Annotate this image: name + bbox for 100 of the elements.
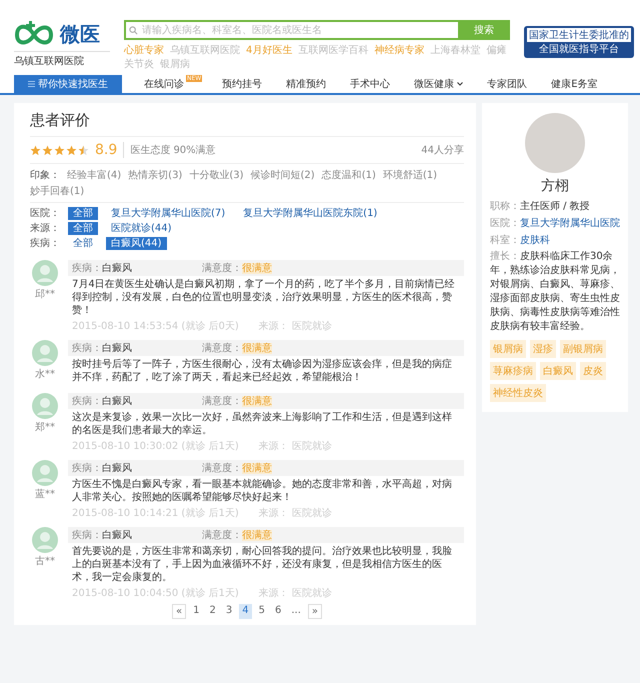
share-count: 44人分享 [421, 144, 464, 157]
disease-label: 疾病： [72, 263, 102, 274]
hot-word-link[interactable]: 偏瘫 [486, 43, 506, 57]
satisfaction-value: 很满意 [242, 263, 272, 274]
logo-subtitle: 乌镇互联网医院 [14, 51, 110, 68]
logo-text: 微医 [60, 20, 100, 48]
specialty-text: 擅长：皮肤科临床工作30余年，熟练诊治皮肤科常见病，对银屑病、白癜风、荨麻疹、湿疹面部皮肤病、寄生虫性皮肤病、病毒性皮肤病等难治性皮肤病有较丰富经验。 [490, 250, 620, 334]
user-name: 水** [35, 368, 55, 381]
specialty-tag[interactable]: 白癜风 [540, 362, 576, 380]
page-button[interactable]: 3 [222, 604, 236, 619]
nav-tab[interactable]: 精准预约 [274, 75, 338, 93]
filter-option[interactable]: 白癜风(44) [106, 236, 167, 250]
page-button[interactable]: 1 [190, 604, 202, 619]
rating-score: 8.9 [95, 142, 124, 158]
nav-tab[interactable]: 专家团队 [475, 75, 540, 93]
hot-word-link[interactable]: 神经病专家 [374, 43, 424, 57]
search-icon [129, 26, 138, 35]
avatar-icon [32, 260, 58, 286]
find-doctor-tab[interactable]: 帮你快速找医生 [14, 75, 122, 93]
search-field[interactable]: 请输入疾病名、科室名、医院名或医生名 [124, 20, 458, 40]
impression-label: 印象： [30, 168, 60, 182]
hot-word-link[interactable]: 4月好医生 [246, 43, 292, 57]
review-text: 方医生不愧是白癜风专家，看一眼基本就能确诊。她的态度非常和善，水平高超，对病人非常关心。按照她的医嘱希望能够尽快好起来！ [71, 478, 453, 505]
nav-tab[interactable]: 预约挂号 [210, 75, 274, 93]
disease-label: 疾病： [72, 463, 102, 474]
field-value: 主任医师 / 教授 [520, 201, 590, 212]
avatar-icon [32, 340, 58, 366]
page-arrow-button[interactable]: « [172, 604, 186, 619]
hot-word-link[interactable]: 心脏专家 [124, 43, 164, 57]
nav-tab[interactable]: 在线问诊 [132, 75, 186, 93]
attitude-text: 医生态度 90%满意 [130, 144, 216, 157]
impression-tag[interactable]: 态度温和(1) [322, 168, 376, 182]
page-button[interactable]: 5 [256, 604, 268, 619]
hot-word-link[interactable]: 乌镇互联网医院 [170, 43, 240, 57]
caret-icon [457, 82, 464, 86]
disease-value: 白癜风 [102, 343, 132, 354]
filter-option[interactable]: 医院就诊(44) [106, 222, 177, 234]
star-icon [66, 144, 77, 156]
impression-tag[interactable]: 妙手回春(1) [30, 184, 84, 198]
star-icon [78, 144, 89, 156]
disease-value: 白癜风 [102, 263, 132, 274]
impression-tag[interactable]: 环境舒适(1) [382, 168, 438, 182]
disease-label: 疾病： [72, 343, 102, 354]
user-name: 邱** [35, 288, 55, 301]
review-text: 首先要说的是，方医生非常和蔼亲切，耐心回答我的提问。治疗效果也比较明显，我脸上的白斑基本没有了，手上因为血液循环不好，还没有康复，但是我相信方医生的医术，我一定会康复的。 [71, 544, 453, 585]
filter-label: 医院： [30, 206, 60, 220]
filter-option[interactable]: 全部 [68, 236, 98, 250]
hot-word-link[interactable]: 上海春林堂 [430, 43, 480, 57]
satisfaction-label: 满意度： [202, 463, 242, 474]
satisfaction-label: 满意度： [202, 343, 242, 354]
page-button[interactable]: 4 [239, 604, 252, 619]
specialty-tag[interactable]: 副银屑病 [560, 340, 606, 358]
disease-label: 疾病： [72, 530, 102, 541]
hot-word-link[interactable]: 互联网医学百科 [298, 43, 368, 57]
filter-option[interactable]: 全部 [68, 206, 98, 220]
review-text: 按时挂号后等了一阵子，方医生很耐心，没有太确诊因为湿疹应该会痒，但是我的病症并不痒，药配了，吃了涂了两天，看起来已经起效，希望能根治！ [71, 358, 453, 385]
star-icon [54, 144, 65, 156]
specialty-tag[interactable]: 银屑病 [490, 340, 526, 358]
page-arrow-button[interactable]: » [308, 604, 322, 619]
star-icon [42, 144, 53, 156]
filter-option[interactable]: 全部 [68, 222, 98, 234]
nav-tab[interactable]: 健康E务室 [539, 75, 610, 93]
user-name: 郑** [35, 421, 55, 434]
hot-word-link[interactable]: 银屑病 [160, 57, 190, 71]
doctor-name: 方栩 [541, 177, 569, 195]
disease-label: 疾病： [72, 396, 102, 407]
user-name: 蓝** [35, 488, 55, 501]
menu-icon [28, 81, 35, 87]
disease-value: 白癜风 [102, 396, 132, 407]
impression-tag[interactable]: 热情亲切(3) [128, 168, 182, 182]
nav-tab[interactable]: 手术中心 [338, 75, 402, 93]
page-button[interactable]: 6 [272, 604, 284, 619]
specialty-tag[interactable]: 荨麻疹病 [490, 362, 536, 380]
impression-tag[interactable]: 十分敬业(3) [189, 168, 244, 182]
specialty-tag[interactable]: 湿疹 [530, 340, 556, 358]
specialty-tag[interactable]: 皮炎 [580, 362, 606, 380]
satisfaction-label: 满意度： [202, 263, 242, 274]
review-text: 7月4日在黄医生处确认是白癜风初期，拿了一个月的药，吃了半个多月，目前病情已经得到控制，没有发展，白色的位置也明显变淡，治疗效果明显，方医生的医术很高，赞赞！ [71, 278, 456, 318]
filter-option[interactable]: 复旦大学附属华山医院东院(1) [238, 206, 382, 220]
field-link[interactable]: 皮肤科 [520, 235, 550, 246]
disease-value: 白癜风 [102, 463, 132, 474]
nav-tab[interactable]: 微医健康 [402, 75, 476, 93]
field-link[interactable]: 复旦大学附属华山医院 [520, 218, 620, 229]
satisfaction-value: 很满意 [242, 530, 272, 541]
disease-value: 白癜风 [102, 530, 132, 541]
specialty-tag[interactable]: 神经性皮炎 [490, 384, 546, 402]
hot-word-link[interactable]: 关节炎 [124, 57, 154, 71]
page-button[interactable]: 2 [206, 604, 219, 619]
badge-line: 全国就医指导平台 [538, 42, 620, 56]
satisfaction-value: 很满意 [242, 343, 272, 354]
filter-option[interactable]: 复旦大学附属华山医院(7) [106, 206, 230, 220]
filter-label: 疾病： [30, 236, 60, 250]
satisfaction-value: 很满意 [242, 463, 272, 474]
impression-tag[interactable]: 经验丰富(4) [67, 168, 122, 182]
search-button[interactable]: 搜索 [458, 20, 510, 40]
impression-tag[interactable]: 候诊时间短(2) [250, 168, 315, 182]
field-label: 职称： [490, 201, 520, 212]
satisfaction-value: 很满意 [242, 396, 272, 407]
user-name: 古** [35, 554, 55, 568]
field-label: 科室： [490, 235, 520, 246]
